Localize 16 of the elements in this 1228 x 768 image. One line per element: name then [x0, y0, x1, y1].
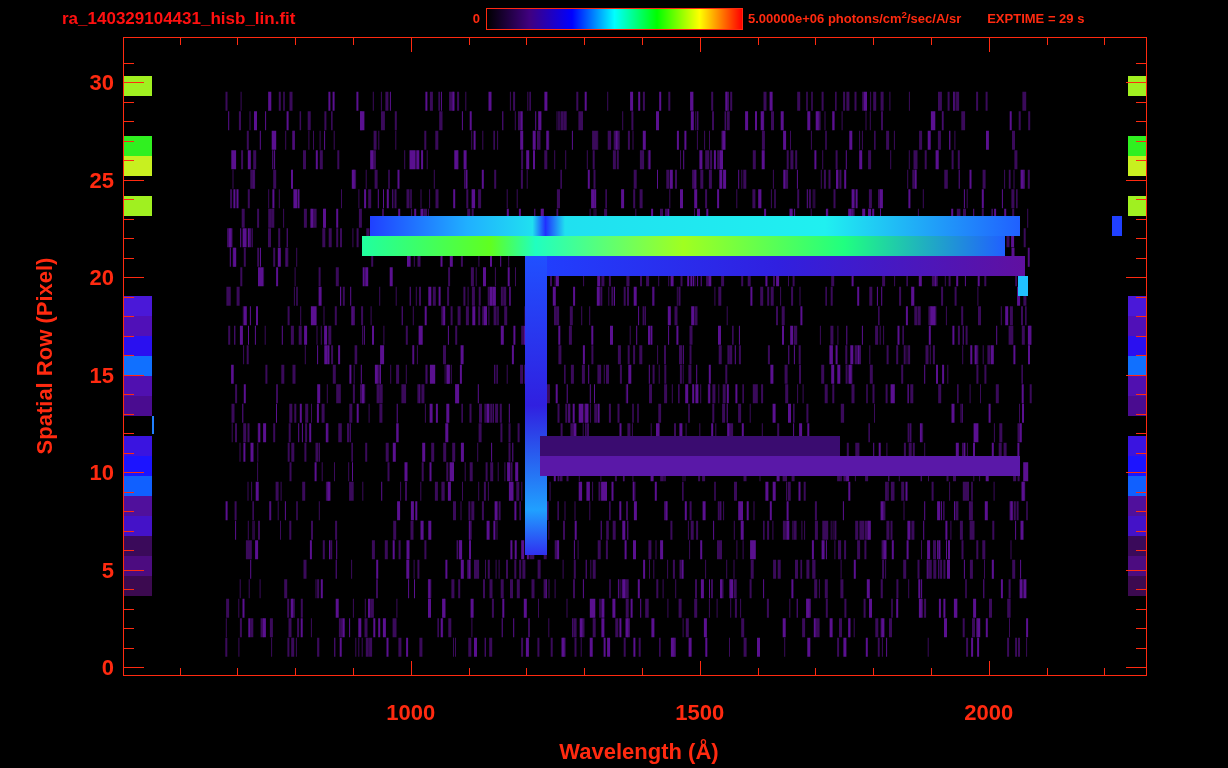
x-axis-title: Wavelength (Å) [559, 739, 719, 764]
x-tick-label: 1000 [386, 700, 436, 725]
colorbar-min-label: 0 [471, 9, 481, 28]
x-tick-label: 1500 [675, 700, 725, 725]
y-tick-label: 0 [101, 655, 114, 680]
y-tick-label: 5 [101, 557, 114, 583]
file-title: ra_140329104431_hisb_lin.fit [62, 7, 297, 30]
y-tick-label: 30 [89, 70, 114, 95]
exposure-time: EXPTIME = 29 s [987, 9, 1085, 28]
y-tick-label: 25 [89, 167, 114, 193]
y-tick-label: 10 [89, 460, 114, 485]
y-tick-label: 15 [89, 362, 114, 388]
y-tick-label: 20 [89, 265, 114, 290]
x-tick-label: 2000 [964, 700, 1014, 725]
y-axis-title: Spatial Row (Pixel) [32, 257, 57, 455]
colorbar-max-label: 5.00000e+06 photons/cm$^{2}$/sec/A/sr [748, 8, 962, 28]
